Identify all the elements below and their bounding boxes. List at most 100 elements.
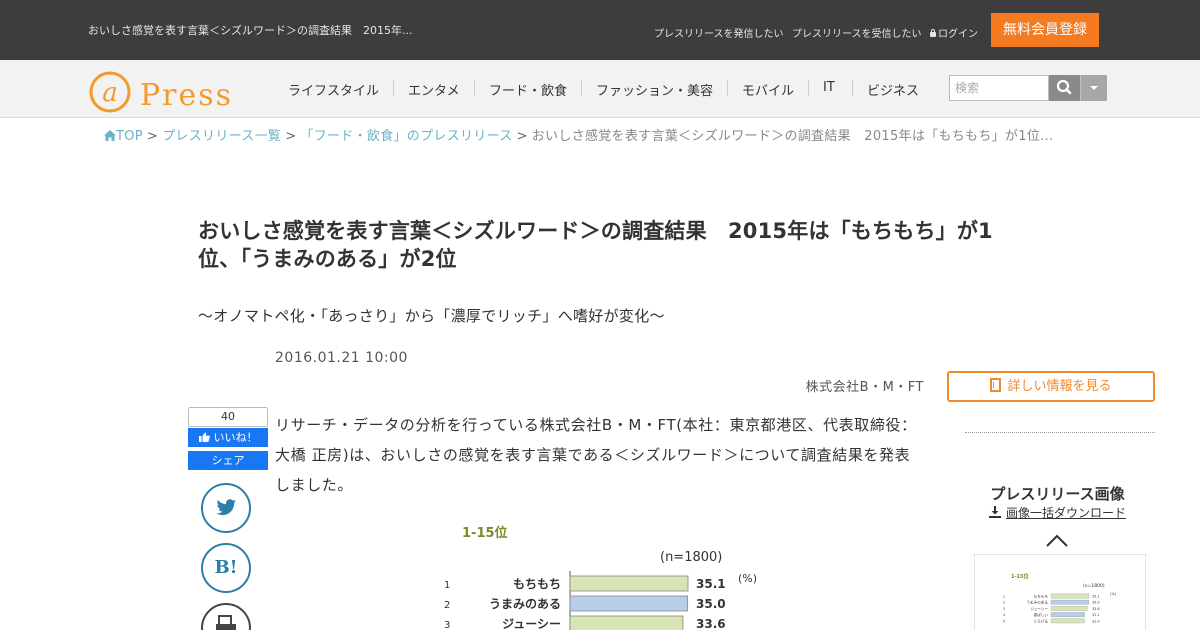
chart-rank: 2 [444,600,450,611]
print-icon [216,615,236,630]
print-button[interactable] [201,603,251,630]
login-label: ログイン [938,29,978,40]
thumb-category-label: もちもち [1034,594,1049,599]
nav-divider [474,80,475,96]
thumb-sample-size: (n=1800) [1083,583,1105,589]
chart-value-label: 33.6 [696,617,726,630]
lock-icon [930,29,936,37]
like-label: いいね！ [213,431,258,444]
thumb-rows: 1 もちもち 35.1 2 うまみのある 35.0 3 ジューシー 33.6 4 香ばしい 31.1 5… [1003,594,1100,624]
register-button[interactable]: 無料会員登録 [991,13,1099,47]
building-icon [990,378,1002,392]
breadcrumb-top[interactable]: TOP [104,129,143,144]
hatena-bookmark-button[interactable]: B! [201,543,251,593]
hatena-label: B! [214,557,238,578]
nav-divider [581,80,582,96]
facebook-share-button[interactable]: シェア [188,451,268,470]
search-input[interactable] [949,75,1049,101]
nav-fashion[interactable]: ファッション・美容 [596,80,713,99]
download-all-label: 画像一括ダウンロード [1005,506,1126,520]
thumb-category-label: 香ばしい [1034,612,1049,617]
chart-category-label: もちもち [513,577,561,591]
search-dropdown-button[interactable] [1080,75,1107,101]
breadcrumb-category[interactable]: 「フード・飲食」のプレスリリース [300,129,512,144]
nav-divider [808,80,809,96]
thumb-value-label: 35.1 [1092,595,1100,599]
top-bar: おいしさ感覚を表す言葉＜シズルワード＞の調査結果 2015年... プレスリリー… [0,0,1200,60]
twitter-share-button[interactable] [201,483,251,533]
chart-value-label: 35.0 [696,597,726,611]
thumb-chart-title: 1-15位 [1011,573,1029,580]
chart-bar [569,615,684,630]
thumb-value-label: 31.1 [1092,613,1100,617]
thumb-bar [1050,618,1085,624]
thumb-unit: (%) [1110,592,1117,596]
download-all-images-link[interactable]: 画像一括ダウンロード [960,504,1155,521]
breadcrumb-top-label: TOP [116,129,143,144]
chart-unit: (%) [738,572,757,585]
search-icon [1056,79,1072,95]
nav-business[interactable]: ビジネス [867,80,919,99]
article-subtitle: ～オノマトペ化・「あっさり」から「濃厚でリッチ」へ嗜好が変化～ [198,307,665,325]
nav-food[interactable]: フード・飲食 [489,80,567,99]
thumb-bar [1050,599,1090,605]
chart-bar [569,575,689,592]
twitter-bird-icon [216,499,237,516]
company-name[interactable]: 株式会社B・M・FT [806,376,924,395]
thumb-value-label: 35.0 [1092,601,1100,605]
nav-divider [727,80,728,96]
svg-text:a: a [102,78,118,108]
nav-it[interactable]: IT [823,80,835,95]
chart-rank: 1 [444,580,450,591]
thumbnail-chart: 1-15位 (n=1800) (%) 1 もちもち 35.1 2 うまみのある 35.0 3… [1003,573,1117,624]
thumb-rank: 5 [1003,619,1005,623]
article-title: おいしさ感覚を表す言葉＜シズルワード＞の調査結果 2015年は「もちもち」が1位… [198,219,993,271]
nav-lifestyle[interactable]: ライフスタイル [288,80,379,99]
atpress-logo[interactable]: a Press [88,68,253,114]
detail-info-button[interactable]: 詳しい情報を見る [947,371,1155,402]
sidebar-divider [965,432,1155,433]
nav-divider [393,80,394,96]
thumb-rank: 1 [1003,595,1005,599]
thumb-bar [1050,612,1085,617]
nav-divider [852,80,853,96]
chart-rank: 3 [444,620,450,630]
thumb-value-label: 33.6 [1092,607,1100,611]
chart-title: 1-15位 [462,525,508,541]
thumbs-up-icon [198,432,210,442]
chart-category-label: うまみのある [489,597,561,611]
chart-sample-size: (n=1800) [660,550,722,565]
logo-text: Press [140,78,233,113]
thumb-category-label: ジューシー [1030,607,1048,611]
nav-entame[interactable]: エンタメ [408,80,460,99]
detail-info-label: 詳しい情報を見る [1007,379,1112,394]
nav-mobile[interactable]: モバイル [742,80,794,99]
thumb-category-label: うまみのある [1026,600,1048,605]
sizzle-word-chart: 1-15位 (n=1800) (%) 1 もちもち 35.1 2 うまみのある 35.0 3… [444,525,757,630]
thumb-category-label: とろける [1034,618,1049,623]
breadcrumb-current: おいしさ感覚を表す言葉＜シズルワード＞の調査結果 2015年は「もちもち」が1位… [531,129,1054,144]
send-release-link[interactable]: プレスリリースを発信したい [654,25,784,40]
breadcrumb-release-list[interactable]: プレスリリース一覧 [162,129,281,144]
thumb-value-label: 31.0 [1092,619,1100,623]
like-count: 40 [188,407,268,427]
chevron-up-icon[interactable] [1046,533,1068,547]
facebook-like-button[interactable]: いいね！ [188,428,268,447]
chart-value-label: 35.1 [696,577,726,591]
search-button[interactable] [1049,75,1080,101]
thumb-rank: 4 [1003,613,1005,617]
login-link[interactable]: ログイン [930,25,978,40]
chart-rows: 1 もちもち 35.1 2 うまみのある 35.0 3 ジューシー 33.6 [444,571,726,630]
nav-bar: a Press ライフスタイル エンタメ フード・飲食 ファッション・美容 モバ… [0,60,1200,118]
page-title-short: おいしさ感覚を表す言葉＜シズルワード＞の調査結果 2015年... [88,24,413,37]
thumb-bar [1050,606,1088,611]
download-icon [988,506,1001,518]
chart-category-label: ジューシー [502,617,561,630]
thumb-rank: 2 [1003,601,1005,605]
press-image-thumbnail[interactable]: 1-15位 (n=1800) (%) 1 もちもち 35.1 2 うまみのある 35.0 3… [974,554,1146,630]
thumb-rank: 3 [1003,607,1005,611]
chart-bar [569,595,689,612]
article-body: リサーチ・データの分析を行っている株式会社B・M・FT(本社：東京都港区、代表取… [275,416,917,494]
home-icon [104,130,116,141]
receive-release-link[interactable]: プレスリリースを受信したい [792,25,922,40]
